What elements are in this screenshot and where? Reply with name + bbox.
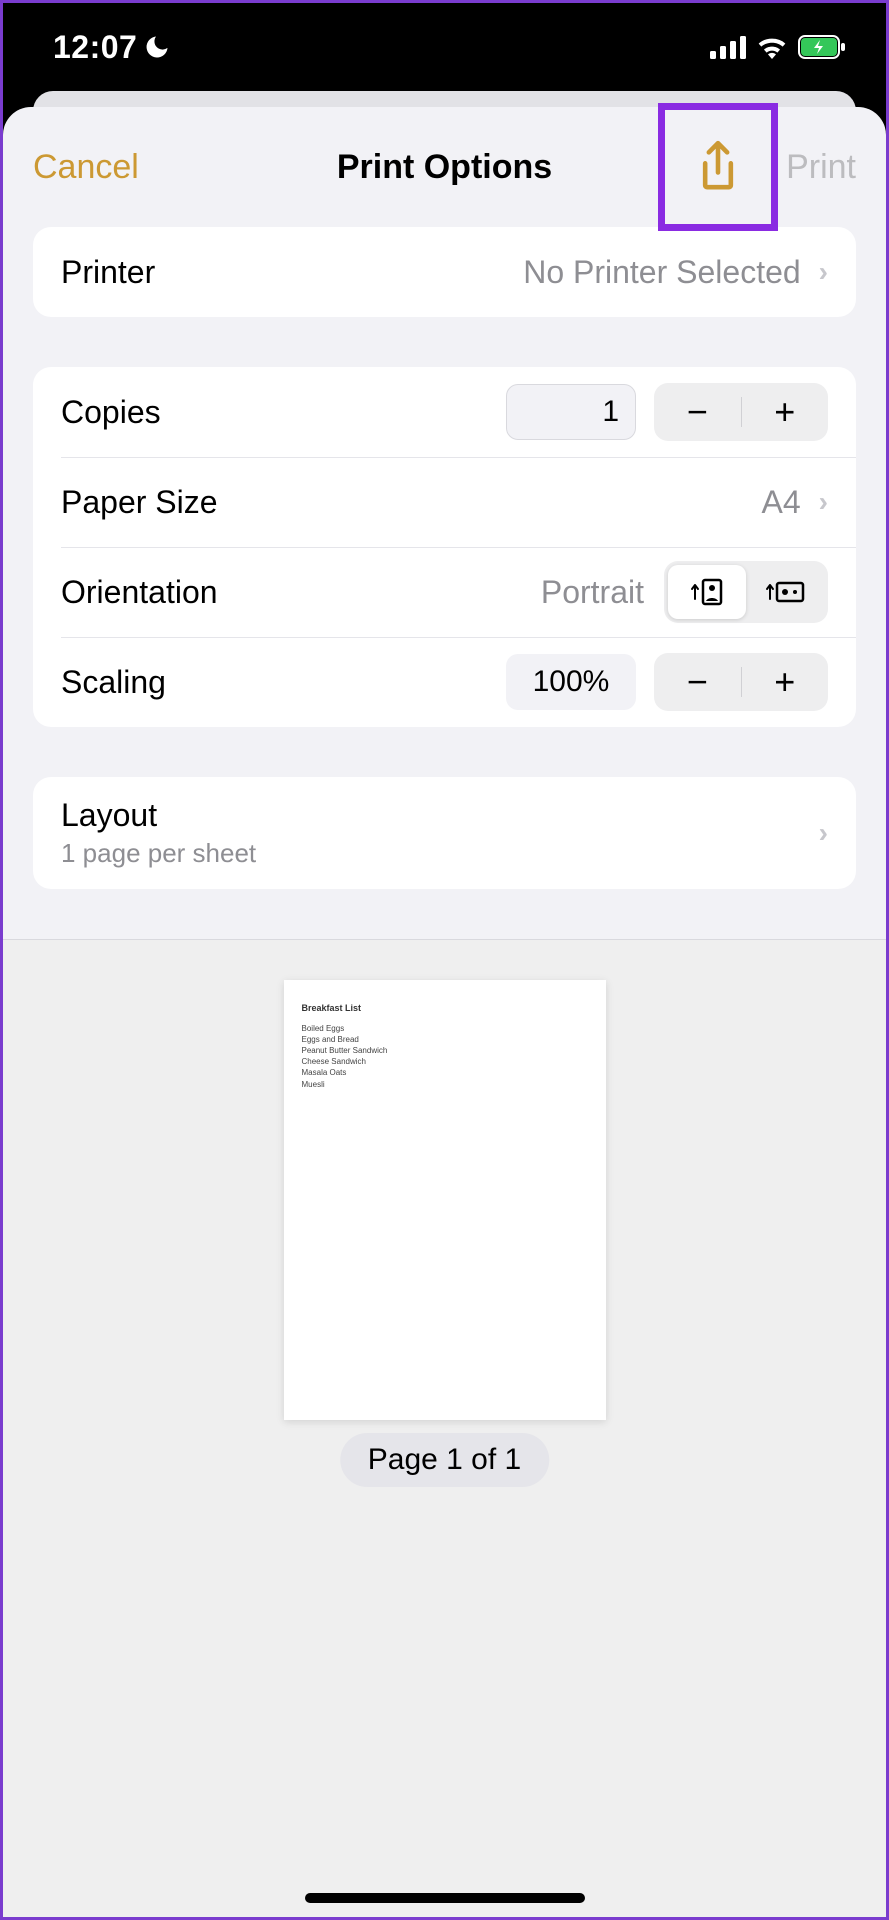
scaling-label: Scaling — [61, 664, 166, 701]
copies-input[interactable]: 1 — [506, 384, 636, 440]
page-indicator: Page 1 of 1 — [340, 1433, 549, 1487]
paper-size-label: Paper Size — [61, 484, 218, 521]
status-bar: 12:07 — [3, 3, 886, 91]
orientation-row: Orientation Portrait — [33, 547, 856, 637]
page-title: Print Options — [337, 148, 552, 187]
copies-increment-button[interactable]: + — [742, 383, 829, 441]
scaling-row: Scaling 100% − + — [33, 637, 856, 727]
layout-sublabel: 1 page per sheet — [61, 838, 828, 869]
portrait-orientation-icon — [690, 577, 724, 607]
printer-value: No Printer Selected — [523, 254, 800, 291]
chevron-right-icon: › — [819, 256, 828, 288]
preview-line: Cheese Sandwich — [302, 1056, 588, 1067]
share-button-highlight[interactable] — [658, 103, 778, 231]
preview-line: Masala Oats — [302, 1067, 588, 1078]
orientation-label: Orientation — [61, 574, 218, 611]
orientation-value: Portrait — [541, 574, 644, 611]
paper-size-value: A4 — [762, 484, 801, 521]
home-indicator[interactable] — [305, 1893, 585, 1903]
dnd-moon-icon — [143, 33, 171, 61]
printer-group: Printer No Printer Selected › — [33, 227, 856, 317]
scaling-input[interactable]: 100% — [506, 654, 636, 710]
orientation-portrait-button[interactable] — [668, 565, 746, 619]
orientation-segmented-control — [664, 561, 828, 623]
scaling-increment-button[interactable]: + — [742, 653, 829, 711]
cellular-signal-icon — [710, 35, 746, 59]
preview-line: Eggs and Bread — [302, 1034, 588, 1045]
print-settings-group: Copies 1 − + Paper Size A4 › Orientation… — [33, 367, 856, 727]
preview-line: Peanut Butter Sandwich — [302, 1045, 588, 1056]
print-button[interactable]: Print — [786, 148, 856, 187]
status-time: 12:07 — [53, 29, 137, 66]
preview-line: Muesli — [302, 1079, 588, 1090]
wifi-icon — [756, 35, 788, 59]
layout-group: Layout 1 page per sheet › — [33, 777, 856, 889]
orientation-landscape-button[interactable] — [746, 565, 824, 619]
nav-bar: Cancel Print Options Print — [3, 107, 886, 227]
landscape-orientation-icon — [765, 579, 805, 605]
battery-charging-icon — [798, 35, 846, 59]
printer-row[interactable]: Printer No Printer Selected › — [33, 227, 856, 317]
copies-decrement-button[interactable]: − — [654, 383, 741, 441]
status-right — [710, 35, 846, 59]
layout-row[interactable]: Layout 1 page per sheet › — [33, 777, 856, 889]
cancel-button[interactable]: Cancel — [33, 148, 139, 187]
status-time-group: 12:07 — [53, 29, 171, 66]
printer-label: Printer — [61, 254, 155, 291]
preview-line: Boiled Eggs — [302, 1023, 588, 1034]
paper-size-row[interactable]: Paper Size A4 › — [33, 457, 856, 547]
chevron-right-icon: › — [819, 486, 828, 518]
scaling-decrement-button[interactable]: − — [654, 653, 741, 711]
print-preview-area: Breakfast List Boiled Eggs Eggs and Brea… — [3, 939, 886, 1917]
preview-doc-title: Breakfast List — [302, 1002, 588, 1015]
scaling-stepper: − + — [654, 653, 828, 711]
preview-page[interactable]: Breakfast List Boiled Eggs Eggs and Brea… — [284, 980, 606, 1420]
copies-row: Copies 1 − + — [33, 367, 856, 457]
layout-label: Layout — [61, 797, 828, 834]
print-options-sheet: Cancel Print Options Print Printer No Pr… — [3, 107, 886, 1917]
share-icon — [696, 139, 740, 195]
chevron-right-icon: › — [819, 817, 828, 849]
copies-stepper: − + — [654, 383, 828, 441]
copies-label: Copies — [61, 394, 161, 431]
